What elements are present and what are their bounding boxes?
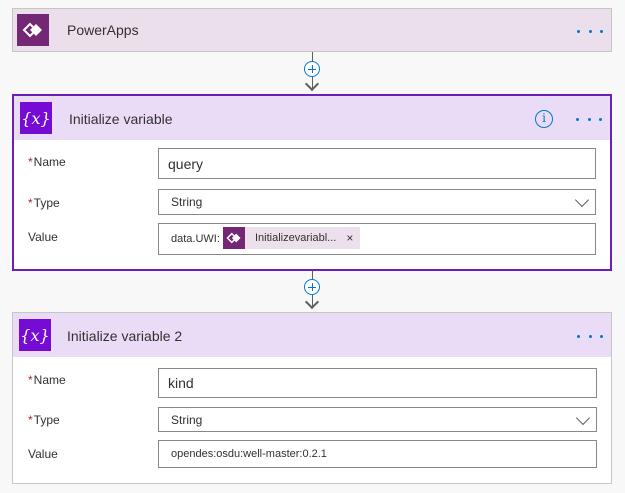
name-label: *Name	[28, 373, 66, 387]
token-label: Initializevariabl...	[255, 232, 337, 244]
name-field[interactable]: kind	[158, 368, 597, 398]
powerapps-icon	[17, 14, 49, 46]
variable-icon: {x}	[20, 102, 52, 134]
remove-token-icon[interactable]: ×	[346, 231, 360, 245]
name-field[interactable]: query	[158, 148, 596, 179]
chevron-down-icon	[574, 192, 590, 208]
dynamic-content-token[interactable]: Initializevariabl... ×	[223, 227, 361, 249]
card-title: Initialize variable	[69, 111, 173, 127]
name-label: *Name	[28, 155, 66, 169]
powerapps-trigger-card[interactable]: PowerApps	[12, 8, 612, 52]
value-field[interactable]: opendes:osdu:well-master:0.2.1	[158, 440, 597, 468]
card-header[interactable]: {x} Initialize variable i	[14, 96, 610, 140]
trigger-title: PowerApps	[67, 22, 139, 38]
more-options-icon[interactable]	[577, 24, 603, 38]
more-options-icon[interactable]	[577, 329, 603, 343]
powerapps-icon	[223, 227, 245, 249]
value-prefix: data.UWI:	[171, 233, 220, 245]
type-label: *Type	[28, 413, 60, 427]
add-step-icon[interactable]	[304, 279, 320, 295]
variable-icon: {x}	[19, 319, 51, 351]
value-field[interactable]: data.UWI: Initializevariabl... ×	[158, 223, 596, 255]
arrow-down-icon	[304, 76, 320, 92]
info-icon[interactable]: i	[535, 110, 553, 128]
more-options-icon[interactable]	[576, 112, 602, 126]
type-label: *Type	[28, 196, 60, 210]
initialize-variable-card[interactable]: {x} Initialize variable i *Name query *T…	[12, 94, 612, 271]
arrow-down-icon	[304, 294, 320, 310]
type-dropdown[interactable]: String	[158, 189, 596, 215]
card-title: Initialize variable 2	[67, 328, 183, 344]
add-step-icon[interactable]	[304, 61, 320, 77]
initialize-variable-2-card[interactable]: {x} Initialize variable 2 *Name kind *Ty…	[12, 312, 612, 484]
value-label: Value	[28, 447, 58, 461]
card-header[interactable]: {x} Initialize variable 2	[13, 313, 611, 357]
value-label: Value	[28, 230, 58, 244]
chevron-down-icon	[575, 410, 591, 425]
type-dropdown[interactable]: String	[158, 407, 597, 432]
